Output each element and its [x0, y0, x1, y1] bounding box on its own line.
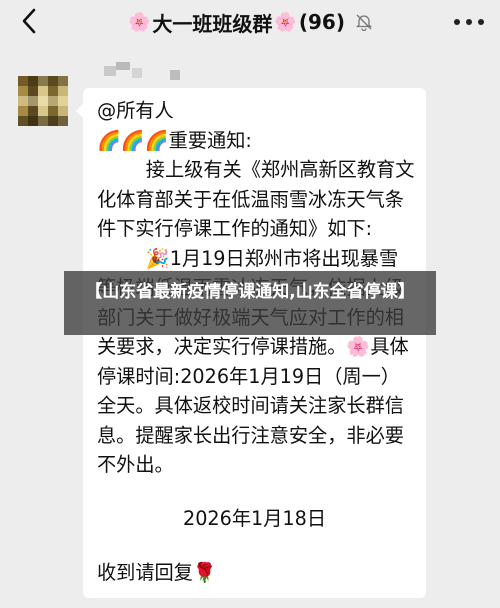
more-dots-icon — [454, 19, 460, 25]
title-flower-emoji-2: 🌸 — [274, 11, 297, 33]
back-button[interactable] — [14, 6, 44, 36]
back-chevron-icon — [22, 8, 36, 34]
member-count: (96) — [298, 10, 345, 34]
title-flower-emoji: 🌸 — [128, 11, 151, 33]
pixel-block — [116, 62, 130, 70]
more-dot — [466, 19, 472, 25]
pixel-block — [132, 68, 142, 78]
chat-title: 🌸 大一班班级群 🌸 (96) — [128, 6, 373, 38]
sender-name-pixelated — [104, 62, 184, 82]
pixel-block — [170, 70, 180, 80]
message-bubble[interactable]: @所有人 🌈🌈🌈重要通知: 接上级有关《郑州高新区教育文化体育部关于在低温雨雪冰… — [76, 88, 426, 598]
message-reply-line: 收到请回复🌹 — [97, 561, 217, 584]
news-caption-overlay: 【山东省最新疫情停课通知,山东全省停课】 — [64, 271, 436, 335]
group-name: 大一班班级群 — [152, 11, 273, 36]
chat-header: 🌸 大一班班级群 🌸 (96) — [0, 0, 500, 44]
more-button[interactable] — [454, 10, 484, 34]
message-date-signature: 2026年1月18日 — [182, 507, 327, 530]
more-dot — [478, 19, 484, 25]
sender-avatar[interactable] — [18, 76, 68, 126]
pixel-block — [104, 66, 116, 76]
mute-bell-icon — [355, 13, 373, 31]
